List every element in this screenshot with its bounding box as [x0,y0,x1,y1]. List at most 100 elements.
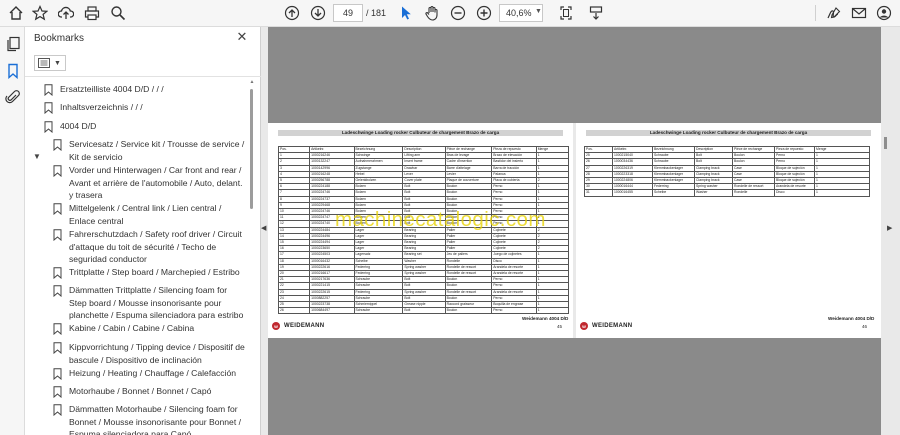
bookmark-item[interactable]: Vorder und Hinterwagen / Car front and r… [53,164,245,202]
bookmark-icon [53,139,62,151]
bookmark-icon[interactable] [3,61,23,81]
minus-circle-icon[interactable] [448,3,468,23]
bookmark-label: Kabine / Cabin / Cabine / Cabina [69,323,195,333]
scroll-mode-icon[interactable] [586,3,606,23]
bookmark-item[interactable]: Mittelgelenk / Central link / Lien centr… [53,202,245,227]
fit-page-icon[interactable] [556,3,576,23]
table-row: 31 1000016455 Scheibe Washer Rondelle Disco 1 [584,189,870,197]
bookmark-item[interactable]: Ersatzteilliste 4004 D/D / / / [44,83,244,96]
bookmark-label: 4004 D/D [60,121,97,131]
close-icon[interactable]: ✕ [235,30,249,44]
arrow-up-circle-icon[interactable] [282,3,302,23]
bookmarks-panel: Bookmarks ✕ ▼ ▼ Ersatzteilliste 4004 D/D… [25,27,261,435]
search-icon[interactable] [108,3,128,23]
page-thumbnails-icon[interactable] [3,34,23,54]
cloud-upload-icon[interactable] [56,3,76,23]
previous-page-arrow-icon[interactable]: ◀ [261,224,267,232]
footer-model: Weidemann 4004 D/D [828,316,875,321]
bookmark-icon [44,121,53,133]
bookmark-icon [53,404,62,416]
bookmark-label: Mittelgelenk / Central link / Lien centr… [69,203,222,226]
plus-circle-icon[interactable] [474,3,494,23]
table-cell: Washer [694,189,733,197]
attachment-icon[interactable] [3,87,23,107]
bookmark-item[interactable]: Dämmatten Trittplatte / Silencing foam f… [53,284,245,322]
hand-icon[interactable] [422,3,442,23]
page-gap-top [268,27,881,123]
table-cell: Bolt [402,307,446,315]
table-cell: Scheibe [652,189,695,197]
bookmark-icon [53,165,62,177]
print-icon[interactable] [82,3,102,23]
page-title: Ladeschwinge Loading rocker Culbuteur de… [278,130,563,136]
bookmark-label: Heizung / Heating / Chauffage / Calefacc… [69,368,237,378]
bookmark-item[interactable]: Servicesatz / Service kit / Trousse de s… [53,138,245,163]
star-icon[interactable] [30,3,50,23]
bookmark-label: Fahrerschutzdach / Safety roof driver / … [69,229,242,264]
bookmark-label: Kippvorrichtung / Tipping device / Dispo… [69,342,245,365]
weidemann-logo: W WEIDEMANN [580,322,632,330]
weidemann-logo-icon: W [580,322,588,330]
document-scrollbar[interactable] [881,27,893,435]
bookmark-icon [53,342,62,354]
weidemann-logo-icon: W [272,322,280,330]
table-cell: Rondelle [732,189,775,197]
bookmark-label: Trittplatte / Step board / Marchepied / … [69,267,240,277]
bookmark-icon [53,229,62,241]
table-cell: Boulon [444,307,493,315]
bookmark-label: Dämmatten Motorhaube / Silencing foam fo… [69,404,241,435]
bookmark-item[interactable]: Motorhaube / Bonnet / Bonnet / Capó [53,385,245,398]
brand-name: WEIDEMANN [284,323,325,329]
cursor-icon[interactable] [396,3,416,23]
bookmark-icon [44,84,53,96]
brand-name: WEIDEMANN [592,323,633,329]
bookmark-label: Inhaltsverzeichnis / / / [60,102,143,112]
arrow-down-circle-icon[interactable] [308,3,328,23]
watermark-text: machinecatalogic.com [335,208,546,231]
bookmark-item[interactable]: 4004 D/D [44,120,244,133]
bookmark-item[interactable]: Kippvorrichtung / Tipping device / Dispo… [53,341,245,366]
page-number-input[interactable]: 49 [333,4,363,22]
table-cell: Perno [491,307,537,315]
bookmark-label: Dämmatten Trittplatte / Silencing foam f… [69,285,244,320]
bookmark-item[interactable]: Trittplatte / Step board / Marchepied / … [53,266,245,279]
scroll-thumb[interactable] [250,89,253,209]
page-title: Ladeschwinge Loading rocker Culbuteur de… [586,130,871,136]
bookmark-icon [53,368,62,380]
table-cell: 26 [277,307,311,315]
scroll-up-icon[interactable]: ▲ [249,79,255,85]
bookmarks-scrollbar[interactable]: ▲ [249,79,255,435]
footer-model: Weidemann 4004 D/D [522,316,569,321]
page-gap-bottom [268,338,881,435]
table-cell: Disco [774,189,815,197]
bookmark-icon [53,203,62,215]
bookmark-item[interactable]: Fahrerschutzdach / Safety roof driver / … [53,228,245,266]
document-page-right: Ladeschwinge Loading rocker Culbuteur de… [576,123,881,338]
collapse-caret-icon[interactable]: ▼ [33,152,41,161]
bookmark-item[interactable]: Inhaltsverzeichnis / / / [44,101,244,114]
sign-icon[interactable] [824,3,844,23]
bookmark-list: ▼ Ersatzteilliste 4004 D/D / / / Inhalts… [25,77,249,435]
table-cell: 1 [814,189,870,197]
side-nav-strip [0,27,25,435]
bookmark-item[interactable]: Kabine / Cabin / Cabine / Cabina [53,322,245,335]
panel-title: Bookmarks [34,33,85,44]
bookmark-label: Servicesatz / Service kit / Trousse de s… [69,139,245,162]
page-total-label: / 181 [366,8,387,18]
chevron-down-icon[interactable]: ▼ [535,8,542,15]
table-cell: 1 [535,307,570,315]
toolbar-divider [815,5,816,21]
table-cell: Schraube [353,307,404,315]
table-cell: 1000016455 [612,189,653,197]
bookmark-item[interactable]: Heizung / Heating / Chauffage / Calefacc… [53,367,245,380]
table-row: 26 1000684497 Schraube Bolt Boulon Perno 1 [277,307,570,315]
document-scroll-thumb[interactable] [884,137,887,149]
bookmark-label: Motorhaube / Bonnet / Bonnet / Capó [69,386,212,396]
email-icon[interactable] [849,3,869,23]
home-icon[interactable] [6,3,26,23]
bookmark-options-button[interactable]: ▼ [34,55,66,71]
page-number: 46 [862,324,868,329]
bookmark-item[interactable]: Dämmatten Motorhaube / Silencing foam fo… [53,403,245,435]
chevron-down-icon: ▼ [54,59,61,67]
account-icon[interactable] [874,3,894,23]
